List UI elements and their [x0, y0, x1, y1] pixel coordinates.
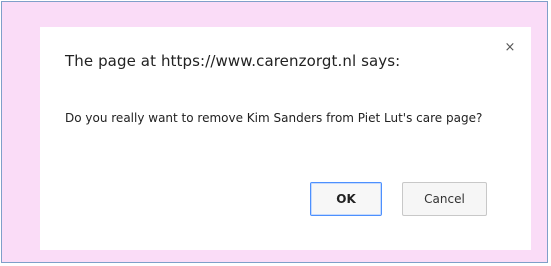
dialog-message: Do you really want to remove Kim Sanders… — [65, 111, 483, 125]
ok-button[interactable]: OK — [310, 182, 382, 216]
dialog-title: The page at https://www.carenzorgt.nl sa… — [65, 52, 401, 70]
alert-dialog: The page at https://www.carenzorgt.nl sa… — [40, 27, 531, 250]
cancel-button[interactable]: Cancel — [402, 182, 487, 216]
close-icon[interactable]: × — [503, 41, 517, 55]
page-backdrop: The page at https://www.carenzorgt.nl sa… — [1, 1, 548, 263]
